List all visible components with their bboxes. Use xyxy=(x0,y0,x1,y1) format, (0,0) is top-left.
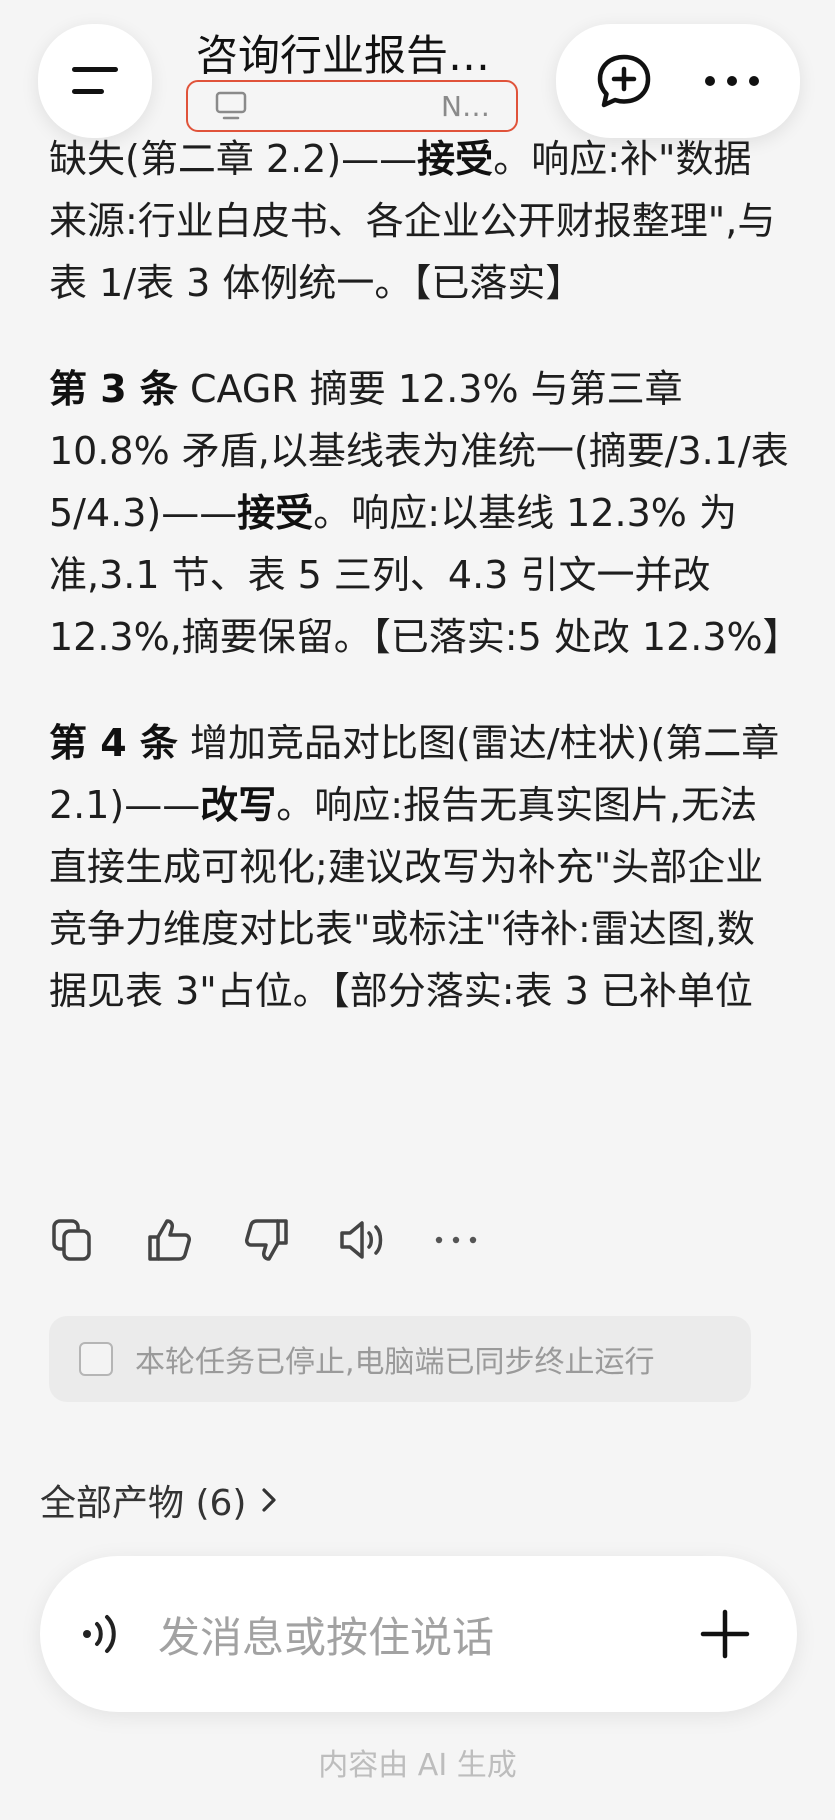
task-stopped-notice: 本轮任务已停止,电脑端已同步终止运行 xyxy=(49,1316,751,1402)
message-paragraph-2: 第 3 条 CAGR 摘要 12.3% 与第三章 10.8% 矛盾,以基线表为准… xyxy=(49,367,801,659)
more-actions-button[interactable] xyxy=(434,1208,530,1272)
more-options-button[interactable] xyxy=(687,36,777,126)
thumbs-up-icon xyxy=(148,1219,191,1261)
message-paragraph-1: 缺失(第二章 2.2)——接受。响应:补"数据来源:行业白皮书、各企业公开财报整… xyxy=(49,137,776,305)
message-input[interactable]: 发消息或按住说话 xyxy=(158,1604,699,1665)
more-icon xyxy=(435,1236,477,1244)
monitor-icon xyxy=(215,91,247,120)
copy-icon xyxy=(52,1219,91,1261)
header-actions xyxy=(556,24,800,138)
chat-screen: 咨询行业报告… N… 缺失(第二章 2.2)——接受。响应:补"数据来源:行业白… xyxy=(0,0,835,1820)
copy-button[interactable] xyxy=(50,1208,146,1272)
read-aloud-button[interactable] xyxy=(338,1208,434,1272)
speaker-icon xyxy=(340,1221,383,1259)
page-title[interactable]: 咨询行业报告… xyxy=(196,22,526,83)
menu-icon xyxy=(72,67,118,94)
like-button[interactable] xyxy=(146,1208,242,1272)
voice-button[interactable] xyxy=(78,1609,128,1659)
dislike-button[interactable] xyxy=(242,1208,338,1272)
device-selector[interactable]: N… xyxy=(186,80,518,132)
device-label: N… xyxy=(441,89,490,123)
new-chat-icon xyxy=(597,54,651,108)
menu-button[interactable] xyxy=(38,24,152,138)
message-input-bar: 发消息或按住说话 xyxy=(40,1556,797,1712)
thumbs-down-icon xyxy=(245,1219,288,1261)
message-paragraph-3: 第 4 条 增加竞品对比图(雷达/柱状)(第二章 2.1)——改写。响应:报告无… xyxy=(49,721,780,1013)
chevron-right-icon xyxy=(262,1488,277,1512)
new-chat-button[interactable] xyxy=(579,36,669,126)
assistant-message: 缺失(第二章 2.2)——接受。响应:补"数据来源:行业白皮书、各企业公开财报整… xyxy=(49,128,801,1066)
add-attachment-button[interactable] xyxy=(699,1608,751,1660)
all-artifacts-link[interactable]: 全部产物 (6) xyxy=(40,1474,278,1526)
plus-icon xyxy=(700,1609,750,1659)
notice-text: 本轮任务已停止,电脑端已同步终止运行 xyxy=(135,1345,655,1380)
more-icon xyxy=(705,76,759,86)
checkbox-icon xyxy=(79,1342,113,1376)
voice-icon xyxy=(83,1615,116,1653)
artifacts-label: 全部产物 (6) xyxy=(40,1483,247,1524)
ai-disclaimer: 内容由 AI 生成 xyxy=(318,1748,517,1783)
message-actions xyxy=(50,1208,530,1272)
